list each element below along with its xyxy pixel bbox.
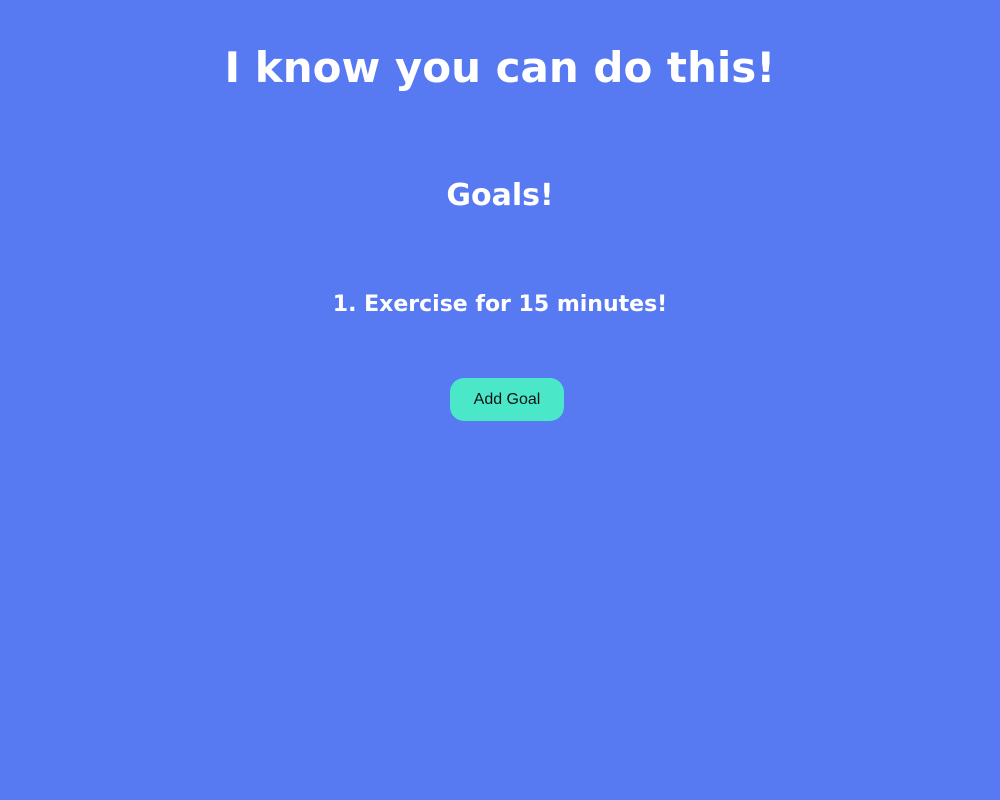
page-headline: I know you can do this! [224,43,776,92]
goal-list: 1. Exercise for 15 minutes! [0,289,1000,321]
goals-section-title: Goals! [446,178,554,213]
goals-page: I know you can do this! Goals! 1. Exerci… [0,0,1000,800]
goal-list-item: 1. Exercise for 15 minutes! [332,292,668,317]
add-goal-button[interactable]: Add Goal [450,378,564,421]
